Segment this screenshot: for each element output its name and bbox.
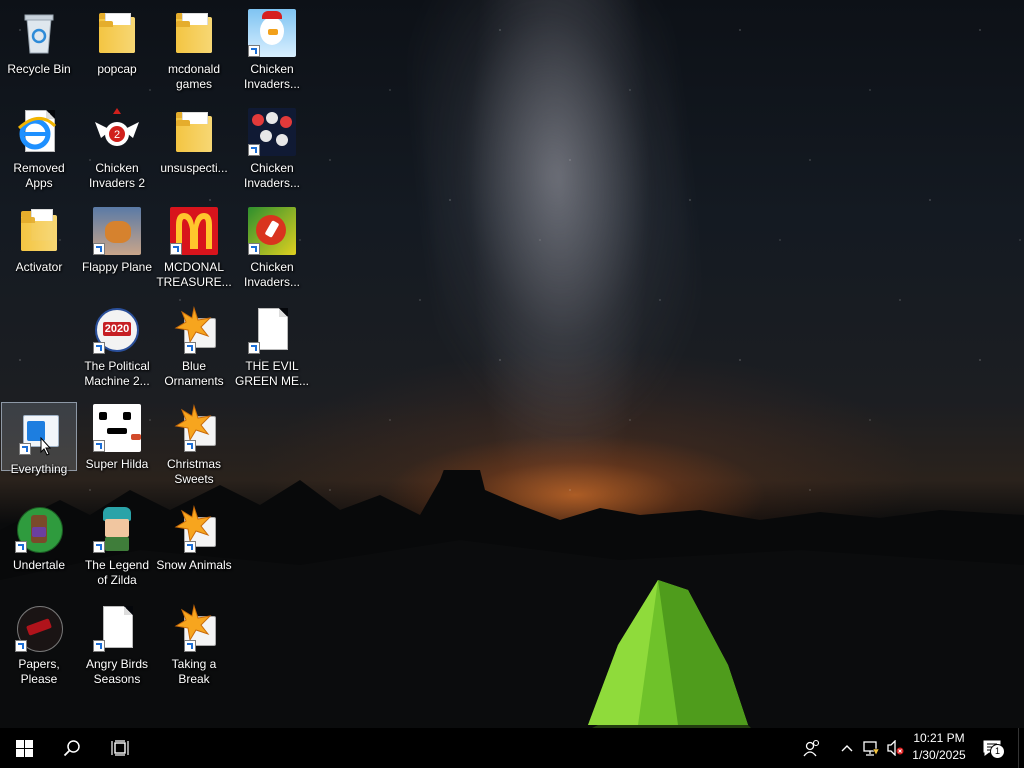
desktop-icon-the-evil-green-me[interactable]: THE EVIL GREEN ME...: [234, 300, 310, 395]
people-button[interactable]: [798, 728, 826, 768]
icon-label: Everything: [10, 462, 68, 476]
undertale-icon: [15, 505, 63, 553]
clock[interactable]: 10:21 PM 1/30/2025: [904, 730, 974, 766]
action-center-icon: 1: [983, 740, 1005, 759]
action-center-button[interactable]: 1: [980, 728, 1005, 768]
show-desktop-button[interactable]: [1018, 728, 1024, 768]
icon-label: Angry Birds Seasons: [85, 657, 149, 686]
desktop-icon-christmas-sweets[interactable]: Christmas Sweets: [156, 398, 232, 493]
notification-count-badge: 1: [990, 744, 1005, 759]
people-icon: [803, 739, 820, 757]
windows-start-icon: [15, 739, 33, 757]
everything-search-icon: [15, 409, 63, 457]
folder-icon: [93, 9, 141, 57]
volume-muted-icon: [887, 740, 904, 756]
desktop-icon-angry-birds-seasons[interactable]: Angry Birds Seasons: [79, 598, 155, 693]
icon-label: Recycle Bin: [7, 62, 71, 76]
icon-label: Blue Ornaments: [164, 359, 224, 388]
icon-label: Papers, Please: [18, 657, 60, 686]
icon-label: popcap: [97, 62, 137, 76]
folder-icon: [170, 108, 218, 156]
desktop-icon-recycle-bin[interactable]: Recycle Bin: [1, 3, 77, 98]
desktop-icon-blue-ornaments[interactable]: Blue Ornaments: [156, 300, 232, 395]
political-machine-icon: 2020: [93, 306, 141, 354]
volume-button[interactable]: [884, 728, 906, 768]
super-hilda-icon: [93, 404, 141, 452]
icon-label: Snow Animals: [156, 558, 232, 572]
popcap-game-icon: [170, 306, 218, 354]
search-icon: [63, 740, 80, 757]
popcap-game-icon: [170, 404, 218, 452]
clock-date: 1/30/2025: [912, 748, 966, 762]
green-tent: [588, 580, 751, 728]
icon-label: Christmas Sweets: [166, 457, 221, 486]
desktop-icon-activator[interactable]: Activator: [1, 201, 77, 296]
icon-label: Taking a Break: [171, 657, 217, 686]
flappy-plane-icon: [93, 207, 141, 255]
document-icon: [93, 604, 141, 652]
mouse-cursor-icon: [40, 437, 52, 456]
icon-label: Chicken Invaders...: [243, 62, 301, 91]
desktop-icon-popcap[interactable]: popcap: [79, 3, 155, 98]
desktop-icon-legend-of-zilda[interactable]: The Legend of Zilda: [79, 499, 155, 594]
network-button[interactable]: [860, 728, 882, 768]
icon-label: The Legend of Zilda: [84, 558, 150, 587]
legend-of-zilda-icon: [93, 505, 141, 553]
desktop-icon-super-hilda[interactable]: Super Hilda: [79, 398, 155, 493]
chicken-invaders-icon: [248, 207, 296, 255]
desktop-icon-chicken-invaders-a[interactable]: Chicken Invaders...: [234, 3, 310, 98]
chevron-up-icon: [841, 745, 853, 752]
icon-label: THE EVIL GREEN ME...: [234, 359, 309, 388]
chicken-invaders-2-icon: 2: [93, 108, 141, 156]
desktop-icon-chicken-invaders-c[interactable]: Chicken Invaders...: [234, 201, 310, 296]
icon-label: Undertale: [12, 558, 66, 572]
task-view-icon: [111, 740, 129, 756]
folder-icon: [170, 9, 218, 57]
icon-label: Chicken Invaders...: [243, 161, 301, 190]
desktop-icon-everything[interactable]: Everything: [1, 402, 77, 476]
desktop-icon-mcdonald-games[interactable]: mcdonald games: [156, 3, 232, 98]
icon-label: Activator: [15, 260, 63, 274]
desktop-icon-chicken-invaders-b[interactable]: Chicken Invaders...: [234, 102, 310, 197]
chicken-invaders-icon: [248, 9, 296, 57]
mcdonalds-icon: [170, 207, 218, 255]
icon-label: unsuspecti...: [160, 161, 228, 175]
desktop-icon-taking-a-break[interactable]: Taking a Break: [156, 598, 232, 693]
recycle-bin-icon: [15, 9, 63, 57]
desktop-icon-undertale[interactable]: Undertale: [1, 499, 77, 594]
icon-label: Chicken Invaders...: [243, 260, 301, 289]
taskbar: 10:21 PM 1/30/2025 1: [0, 728, 1024, 768]
folder-icon: [15, 207, 63, 255]
search-button[interactable]: [48, 728, 96, 768]
task-view-button[interactable]: [96, 728, 144, 768]
svg-text:2: 2: [114, 129, 120, 141]
internet-explorer-icon: [15, 108, 63, 156]
network-icon: [863, 741, 880, 756]
icon-label: Flappy Plane: [81, 260, 153, 274]
desktop-icon-unsuspecti[interactable]: unsuspecti...: [156, 102, 232, 197]
icon-label: mcdonald games: [167, 62, 221, 91]
desktop-icon-papers-please[interactable]: Papers, Please: [1, 598, 77, 693]
popcap-game-icon: [170, 604, 218, 652]
icon-label: Chicken Invaders 2: [88, 161, 146, 190]
desktop-icon-chicken-invaders-2[interactable]: 2 Chicken Invaders 2: [79, 102, 155, 197]
desktop-icon-removed-apps[interactable]: Removed Apps: [1, 102, 77, 197]
start-button[interactable]: [0, 728, 48, 768]
show-hidden-icons-button[interactable]: [836, 728, 858, 768]
desktop-icon-political-machine[interactable]: 2020 The Political Machine 2...: [79, 300, 155, 395]
icon-label: Super Hilda: [85, 457, 149, 471]
papers-please-icon: [15, 604, 63, 652]
chicken-invaders-icon: [248, 108, 296, 156]
popcap-game-icon: [170, 505, 218, 553]
icon-label: MCDONAL TREASURE...: [156, 260, 232, 289]
desktop-icon-mcdonal-treasure[interactable]: MCDONAL TREASURE...: [156, 201, 232, 296]
desktop-icon-flappy-plane[interactable]: Flappy Plane: [79, 201, 155, 296]
icon-label: The Political Machine 2...: [84, 359, 150, 388]
document-icon: [248, 306, 296, 354]
icon-label: Removed Apps: [13, 161, 65, 190]
clock-time: 10:21 PM: [913, 731, 965, 745]
desktop-icon-snow-animals[interactable]: Snow Animals: [156, 499, 232, 594]
